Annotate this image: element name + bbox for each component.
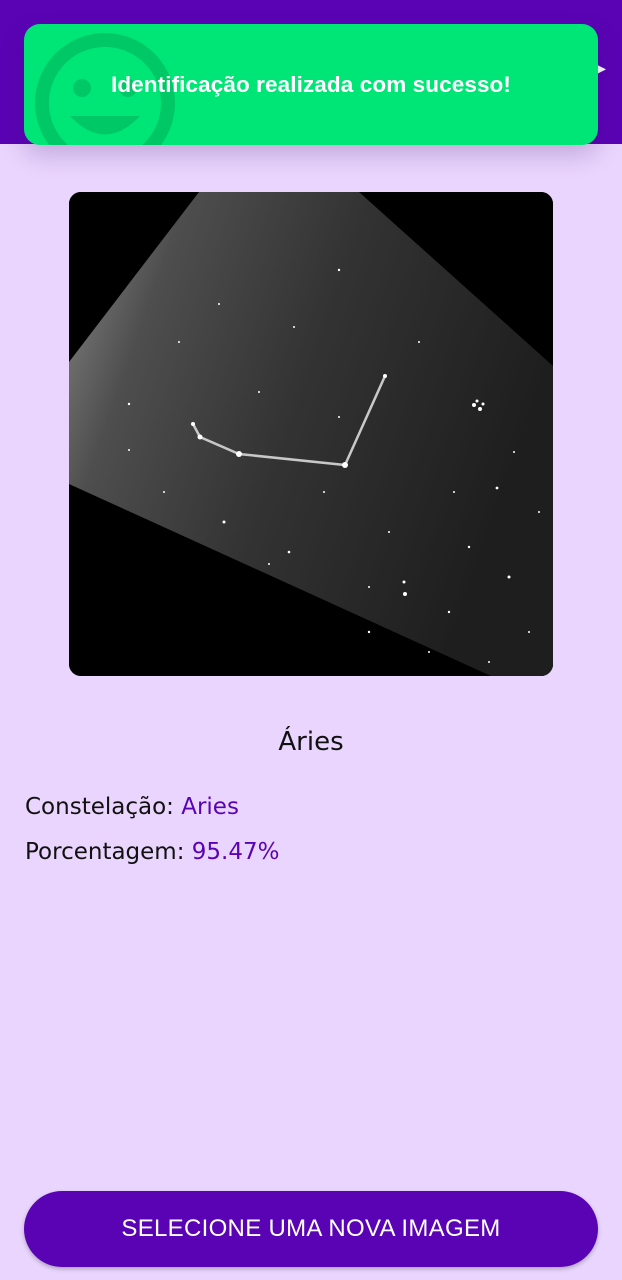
constellation-title: Áries — [278, 727, 344, 757]
select-new-image-button[interactable]: SELECIONE UMA NOVA IMAGEM — [24, 1191, 598, 1267]
constellation-photo — [69, 192, 553, 676]
app-screen: ▶ Identificação realizada com sucesso! Á… — [0, 0, 622, 1280]
success-toast[interactable]: Identificação realizada com sucesso! — [24, 24, 598, 145]
constellation-info: Constelação: Aries — [25, 791, 239, 823]
constellation-image — [69, 192, 553, 676]
percentage-info: Porcentagem: 95.47% — [25, 836, 279, 868]
percentage-value: 95.47% — [191, 839, 280, 865]
constellation-label: Constelação: — [25, 794, 174, 820]
percentage-label: Porcentagem: — [25, 839, 185, 865]
toast-message: Identificação realizada com sucesso! — [110, 71, 511, 97]
constellation-value: Aries — [181, 794, 239, 820]
